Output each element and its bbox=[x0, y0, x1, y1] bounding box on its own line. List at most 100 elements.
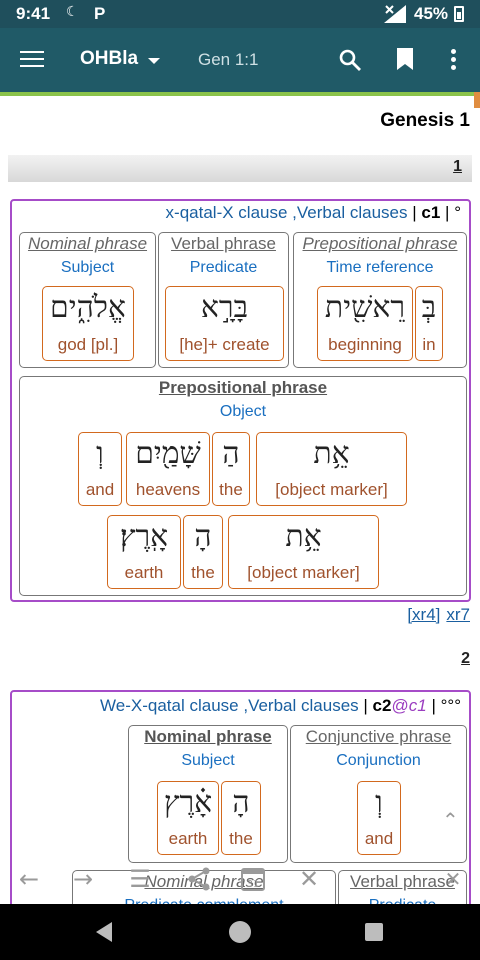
clause-ref-at: @ bbox=[391, 696, 409, 715]
phrase-subject[interactable]: Nominal phrase Subject אָ֗רֶץ earth הָ t… bbox=[128, 725, 288, 863]
clause-type[interactable]: We-X-qatal clause bbox=[100, 696, 239, 715]
more-options-icon[interactable] bbox=[450, 49, 458, 71]
phrase-role: Subject bbox=[60, 259, 115, 276]
word-box[interactable]: אָֽרֶץ׃ earth bbox=[107, 515, 181, 589]
xref-link[interactable]: [xr4] bbox=[407, 605, 440, 624]
word-box[interactable]: וְ and bbox=[357, 781, 401, 855]
screen: 9:41 ☾ P 45% OHBla Gen 1:1 Genesis 1 1 x… bbox=[0, 0, 480, 960]
calendar-day: 31 bbox=[247, 879, 260, 890]
verse-number[interactable]: 1 bbox=[453, 158, 462, 176]
scroll-indicator[interactable] bbox=[474, 92, 480, 108]
close-icon[interactable]: ✕ bbox=[438, 864, 468, 894]
app-bar-accent bbox=[0, 92, 480, 96]
phrase-name: Nominal phrase bbox=[27, 234, 148, 253]
tools-icon[interactable]: ✕ bbox=[294, 864, 324, 894]
clause-kind[interactable]: Verbal clauses bbox=[297, 203, 408, 222]
phrase-name: Conjunctive phrase bbox=[305, 727, 452, 746]
clause-id[interactable]: c2 bbox=[373, 696, 392, 715]
clause-ref[interactable]: c1 bbox=[409, 696, 427, 715]
arrow-right-icon[interactable]: → bbox=[68, 864, 98, 894]
hebrew-word: הָ bbox=[194, 519, 212, 554]
clause-separator: | bbox=[445, 203, 450, 222]
phrase-name: Prepositional phrase bbox=[158, 378, 328, 397]
word-gloss: god [pl.] bbox=[57, 335, 119, 354]
navigation-bar bbox=[0, 904, 480, 960]
hebrew-word: שָּׁמַ֖יִם bbox=[135, 436, 201, 471]
clause-mark: °°° bbox=[440, 696, 461, 715]
word-box[interactable]: אָ֗רֶץ earth bbox=[157, 781, 219, 855]
phrase-time-reference[interactable]: Prepositional phrase Time reference רֵאש… bbox=[293, 232, 467, 368]
word-gloss: [object marker] bbox=[275, 480, 388, 499]
passage-reference[interactable]: Gen 1:1 bbox=[198, 50, 259, 70]
hebrew-word: בְּ bbox=[421, 290, 437, 325]
word-box[interactable]: הָ the bbox=[221, 781, 261, 855]
status-bar: 9:41 ☾ P 45% bbox=[0, 0, 480, 28]
search-icon[interactable] bbox=[338, 48, 362, 72]
list-icon[interactable]: ☰ bbox=[125, 864, 155, 894]
hebrew-word: אֱלֹהִ֑ים bbox=[50, 290, 126, 325]
word-box[interactable]: בָּרָ֣א [he]+ create bbox=[165, 286, 284, 361]
hebrew-word: וְ bbox=[375, 785, 383, 820]
calendar-icon[interactable]: 31 bbox=[238, 864, 268, 894]
clause-kind[interactable]: Verbal clauses bbox=[248, 696, 359, 715]
word-gloss: earth bbox=[124, 563, 164, 582]
word-box[interactable]: אֱלֹהִ֑ים god [pl.] bbox=[42, 286, 134, 361]
xref-link[interactable]: xr7 bbox=[446, 605, 470, 624]
clause-header: x-qatal-X clause ,Verbal clauses | c1 | … bbox=[166, 203, 461, 223]
word-gloss: the bbox=[191, 563, 215, 582]
floating-toolbar: ← → ☰ 31 ✕ ✕ bbox=[0, 858, 480, 900]
phrase-role: Predicate bbox=[189, 259, 258, 276]
clause-separator: | bbox=[363, 696, 368, 715]
battery-icon bbox=[454, 6, 464, 22]
signal-icon bbox=[384, 5, 406, 23]
back-icon[interactable] bbox=[96, 922, 112, 942]
phrase-object[interactable]: Prepositional phrase Object וְ and שָּׁמ… bbox=[19, 376, 467, 596]
clause-id[interactable]: c1 bbox=[421, 203, 440, 222]
word-box[interactable]: הָ the bbox=[183, 515, 223, 589]
clause-type[interactable]: x-qatal-X clause bbox=[166, 203, 288, 222]
word-gloss: and bbox=[364, 829, 394, 848]
hebrew-word: בָּרָ֣א bbox=[200, 290, 249, 325]
chevron-up-icon[interactable]: ⌃ bbox=[442, 808, 462, 832]
hebrew-word: אָ֗רֶץ bbox=[163, 785, 213, 820]
module-selector[interactable]: OHBla bbox=[80, 48, 138, 70]
hebrew-word: אֵ֥ת bbox=[285, 519, 322, 554]
word-gloss: [object marker] bbox=[247, 563, 360, 582]
word-box[interactable]: הַ the bbox=[212, 432, 250, 506]
status-time: 9:41 bbox=[16, 4, 51, 23]
phrase-role: Conjunction bbox=[336, 752, 421, 769]
verse-bar: 1 bbox=[8, 155, 472, 182]
word-box[interactable]: שָּׁמַ֖יִם heavens bbox=[126, 432, 210, 506]
home-icon[interactable] bbox=[229, 921, 251, 943]
phrase-role: Subject bbox=[181, 752, 235, 769]
hebrew-word: וְ bbox=[96, 436, 104, 471]
do-not-disturb-icon: ☾ bbox=[66, 4, 79, 20]
phrase-subject[interactable]: Nominal phrase Subject אֱלֹהִ֑ים god [pl… bbox=[19, 232, 156, 368]
word-gloss: in bbox=[422, 335, 436, 354]
word-box[interactable]: אֵ֥ת [object marker] bbox=[256, 432, 407, 506]
recent-apps-icon[interactable] bbox=[365, 923, 383, 941]
word-box[interactable]: רֵאשִׁ֖ית beginning bbox=[317, 286, 413, 361]
hebrew-word: אָֽרֶץ׃ bbox=[119, 519, 169, 554]
clause-separator: | bbox=[412, 203, 417, 222]
verse-number[interactable]: 2 bbox=[461, 650, 470, 668]
share-icon[interactable] bbox=[184, 864, 214, 894]
app-bar: OHBla Gen 1:1 bbox=[0, 28, 480, 96]
word-box[interactable]: וְ and bbox=[78, 432, 122, 506]
chapter-heading: Genesis 1 bbox=[380, 110, 470, 131]
word-gloss: [he]+ create bbox=[179, 335, 270, 354]
clause-header: We-X-qatal clause ,Verbal clauses | c2@c… bbox=[100, 696, 461, 716]
phrase-role: Time reference bbox=[326, 259, 434, 276]
battery-percent: 45% bbox=[414, 4, 449, 23]
phrase-conjunction[interactable]: Conjunctive phrase Conjunction וְ and bbox=[290, 725, 467, 863]
word-box[interactable]: בְּ in bbox=[415, 286, 443, 361]
word-box[interactable]: אֵ֥ת [object marker] bbox=[228, 515, 379, 589]
phrase-predicate[interactable]: Verbal phrase Predicate בָּרָ֣א [he]+ cr… bbox=[158, 232, 289, 368]
arrow-left-icon[interactable]: ← bbox=[14, 864, 44, 894]
bookmark-icon[interactable] bbox=[397, 48, 413, 70]
hamburger-menu-icon[interactable] bbox=[20, 51, 44, 69]
cross-references: [xr4] xr7 bbox=[401, 605, 470, 625]
phrase-name: Verbal phrase bbox=[171, 234, 276, 253]
chevron-down-icon[interactable] bbox=[148, 58, 160, 64]
hebrew-word: הָ bbox=[232, 785, 250, 820]
